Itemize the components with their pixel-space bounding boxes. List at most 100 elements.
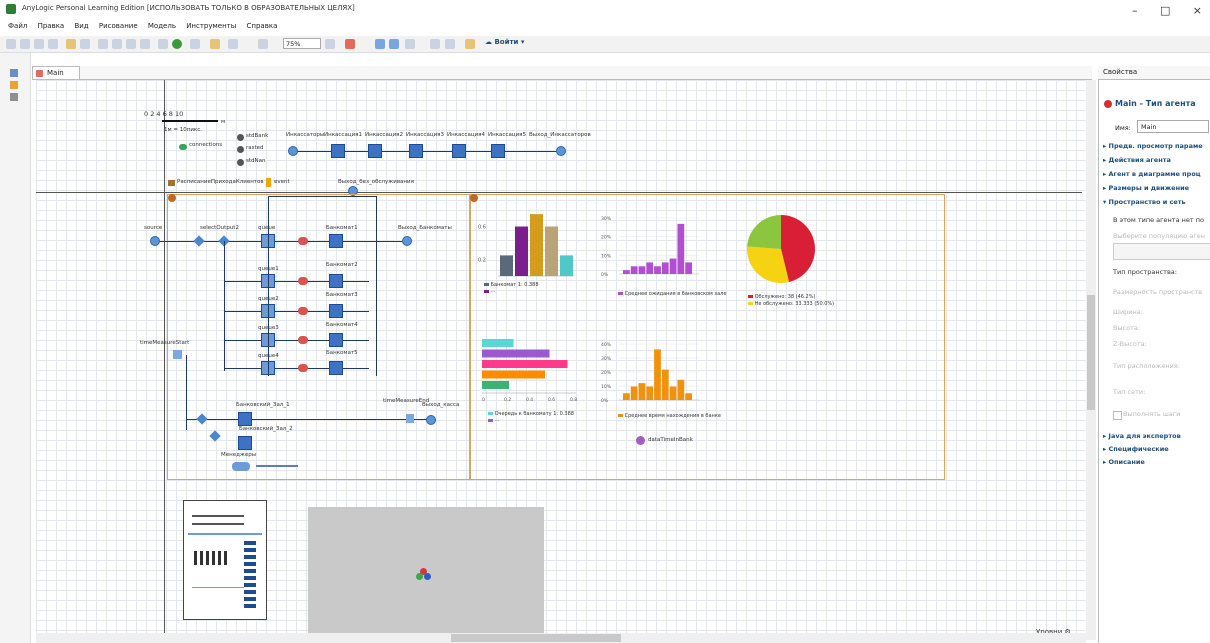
bank-1[interactable] bbox=[329, 274, 343, 288]
run-icon[interactable] bbox=[172, 39, 182, 49]
delay-2[interactable] bbox=[298, 307, 308, 315]
connect-icon[interactable] bbox=[210, 39, 220, 49]
cash2-block[interactable] bbox=[238, 436, 252, 450]
section-space-network[interactable]: ▾ Пространство и сеть bbox=[1103, 198, 1186, 206]
section-agent-in-diagram[interactable]: ▸ Агент в диаграмме проц bbox=[1103, 170, 1201, 178]
zoom-in-icon[interactable] bbox=[228, 39, 238, 49]
delay-1[interactable] bbox=[298, 277, 308, 285]
tab-main[interactable]: Main bbox=[32, 66, 80, 79]
section-preview[interactable]: ▸ Предв. просмотр параме bbox=[1103, 142, 1203, 150]
delay-4[interactable] bbox=[298, 364, 308, 372]
paste-icon[interactable] bbox=[126, 39, 136, 49]
3d-view[interactable] bbox=[308, 507, 544, 640]
menu-file[interactable]: Файл bbox=[8, 22, 27, 30]
dataset-icon[interactable] bbox=[636, 436, 645, 445]
hist-bar bbox=[685, 262, 692, 274]
bank-3[interactable] bbox=[329, 333, 343, 347]
section-description[interactable]: ▸ Описание bbox=[1103, 458, 1145, 466]
section-size-movement[interactable]: ▸ Размеры и движение bbox=[1103, 184, 1189, 192]
new-icon[interactable] bbox=[6, 39, 16, 49]
select-population-text: Выберите популяцию аген bbox=[1113, 232, 1206, 240]
collectors-source[interactable] bbox=[288, 146, 298, 156]
undo-icon[interactable] bbox=[66, 39, 76, 49]
maximize-button[interactable]: □ bbox=[1160, 4, 1170, 18]
tab-properties[interactable]: Свойства bbox=[1103, 68, 1137, 76]
login-button[interactable]: ☁ Войти ▾ bbox=[485, 38, 524, 46]
delay-0[interactable] bbox=[298, 237, 308, 245]
menu-view[interactable]: Вид bbox=[74, 22, 88, 30]
bank-4[interactable] bbox=[329, 361, 343, 375]
tag-icon[interactable] bbox=[345, 39, 355, 49]
minimap[interactable] bbox=[183, 500, 267, 620]
save-all-icon[interactable] bbox=[48, 39, 58, 49]
properties-tab-bar: Свойства bbox=[1098, 66, 1210, 80]
collect-5[interactable] bbox=[491, 144, 505, 158]
exit-cash[interactable] bbox=[426, 415, 436, 425]
y-tick-label: 20% bbox=[601, 370, 612, 376]
layout-icon[interactable] bbox=[389, 39, 399, 49]
step-checkbox[interactable] bbox=[1113, 411, 1122, 420]
section-agent-actions[interactable]: ▸ Действия агента bbox=[1103, 156, 1171, 164]
save-icon[interactable] bbox=[34, 39, 44, 49]
population-field[interactable] bbox=[1113, 243, 1210, 260]
exit-bank[interactable] bbox=[402, 236, 412, 246]
open-icon[interactable] bbox=[20, 39, 30, 49]
grid-icon[interactable] bbox=[375, 39, 385, 49]
collectors-exit[interactable] bbox=[556, 146, 566, 156]
close-button[interactable]: × bbox=[1193, 4, 1202, 18]
highlight-icon[interactable] bbox=[465, 39, 475, 49]
projects-icon[interactable] bbox=[10, 81, 18, 89]
hscroll-thumb[interactable] bbox=[451, 634, 621, 642]
event-label: event bbox=[274, 179, 290, 185]
managers-slider[interactable] bbox=[256, 465, 298, 467]
bar bbox=[560, 255, 573, 276]
measure-end-icon[interactable] bbox=[406, 414, 414, 423]
bank-2[interactable] bbox=[329, 304, 343, 318]
cut-icon[interactable] bbox=[98, 39, 108, 49]
minimap-frame bbox=[188, 533, 262, 535]
minimize-button[interactable]: – bbox=[1132, 4, 1138, 18]
pointer-icon[interactable] bbox=[430, 39, 440, 49]
search-icon[interactable] bbox=[405, 39, 415, 49]
source-block[interactable] bbox=[150, 236, 160, 246]
collectors-exit-label: Выход_Инкассаторов bbox=[529, 132, 591, 138]
menu-draw[interactable]: Рисование bbox=[99, 22, 138, 30]
model-canvas[interactable]: 0 2 4 6 8 10 м 1м = 10пикс. connections … bbox=[36, 80, 1096, 640]
collect-4[interactable] bbox=[452, 144, 466, 158]
measure-start-icon[interactable] bbox=[173, 350, 182, 359]
editor-tab-bar: Main bbox=[32, 66, 1092, 80]
gizmo-green bbox=[416, 573, 423, 580]
copy-icon[interactable] bbox=[112, 39, 122, 49]
managers-icon[interactable] bbox=[232, 462, 250, 471]
cash1-block[interactable] bbox=[238, 412, 252, 426]
menu-tools[interactable]: Инструменты bbox=[186, 22, 236, 30]
vscroll-thumb[interactable] bbox=[1087, 295, 1095, 410]
collect-3[interactable] bbox=[409, 144, 423, 158]
section-java-experts[interactable]: ▸ Java для экспертов bbox=[1103, 432, 1181, 440]
zoom-fit-icon[interactable] bbox=[325, 39, 335, 49]
chart-icon[interactable] bbox=[445, 39, 455, 49]
collect-1[interactable] bbox=[331, 144, 345, 158]
vertical-scrollbar[interactable] bbox=[1086, 80, 1096, 640]
window-controls: – □ × bbox=[1132, 4, 1202, 18]
app-logo-icon bbox=[6, 4, 16, 14]
bank-0[interactable] bbox=[329, 234, 343, 248]
collect-2[interactable] bbox=[368, 144, 382, 158]
section-specific[interactable]: ▸ Специфические bbox=[1103, 445, 1169, 453]
name-field[interactable]: Main bbox=[1137, 120, 1209, 133]
library-icon[interactable] bbox=[10, 93, 18, 101]
menu-help[interactable]: Справка bbox=[247, 22, 278, 30]
delete-icon[interactable] bbox=[140, 39, 150, 49]
redo-icon[interactable] bbox=[80, 39, 90, 49]
wait-histogram: 0% 10% 20% 30% bbox=[601, 216, 699, 278]
delay-3[interactable] bbox=[298, 336, 308, 344]
horizontal-scrollbar[interactable] bbox=[36, 633, 1086, 643]
menu-edit[interactable]: Правка bbox=[38, 22, 65, 30]
zoom-out-icon[interactable] bbox=[258, 39, 268, 49]
zoom-select[interactable]: 75% bbox=[283, 38, 321, 49]
menu-model[interactable]: Модель bbox=[148, 22, 176, 30]
palette-icon[interactable] bbox=[10, 69, 18, 77]
build-icon[interactable] bbox=[158, 39, 168, 49]
stop-icon[interactable] bbox=[190, 39, 200, 49]
queue-bar-chart: 0 0.2 0.4 0.6 0.8 bbox=[482, 339, 577, 403]
